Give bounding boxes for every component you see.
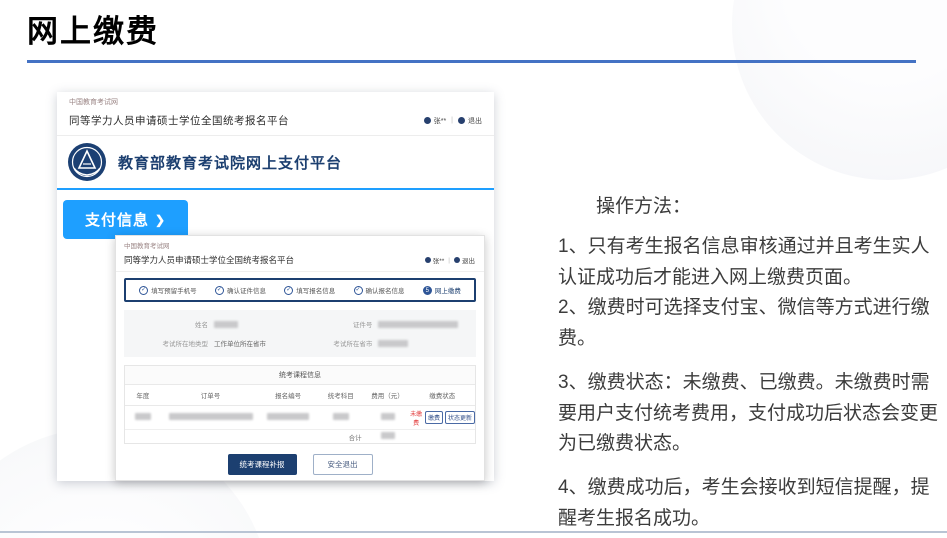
course-table: 统考课程信息 年度 订单号 报名编号 统考科目 费用（元） 缴费状态 未缴费 缴…: [124, 365, 476, 444]
banner-underline: [57, 188, 494, 190]
check-icon: ✓: [353, 285, 363, 295]
payment-page-screenshot: 中国教育考试网 同等学力人员申请硕士学位全国统考报名平台 张** | 退出 ✓ …: [115, 235, 485, 481]
step-confirm-registration: ✓ 确认报名信息: [353, 285, 405, 295]
field-exam-area-type: 考试所在地类型 工作单位所在省市: [162, 341, 267, 348]
safe-exit-button[interactable]: 安全退出: [312, 454, 373, 475]
check-icon: ✓: [214, 285, 224, 295]
col-fee: 费用（元）: [371, 393, 404, 400]
instruction-item-2: 2、缴费时可选择支付宝、微信等方式进行缴费。: [558, 297, 930, 350]
redacted-year: [134, 413, 151, 420]
logout-icon: [454, 257, 460, 263]
step-number-icon: 5: [422, 285, 432, 295]
site-name-label: 中国教育考试网: [124, 243, 170, 250]
col-registration-no: 报名编号: [275, 393, 302, 400]
header-divider: |: [451, 117, 453, 124]
instructions-heading: 操作方法：: [596, 196, 692, 217]
payment-platform-title: 教育部教育考试院网上支付平台: [118, 154, 343, 172]
user-name-link[interactable]: 张**: [434, 116, 446, 126]
chevron-right-icon: ❯: [154, 212, 167, 227]
total-label: 合计: [348, 434, 362, 442]
action-buttons: 统考课程补报 安全退出: [116, 454, 484, 475]
table-row: 未缴费 缴费 状态更新: [125, 406, 476, 430]
redacted-id-value: [378, 320, 459, 328]
col-payment-status: 缴费状态: [429, 393, 456, 400]
site-name-label: 中国教育考试网: [69, 99, 118, 106]
logout-icon: [458, 117, 465, 124]
logout-link[interactable]: 退出: [468, 116, 482, 126]
instructions-panel: 操作方法： 1、只有考生报名信息审核通过并且考生实人认证成功后才能进入网上缴费页…: [558, 192, 944, 538]
status-unpaid-label: 未缴费: [410, 411, 423, 427]
user-icon: [423, 117, 431, 124]
payment-platform-banner: 教育部教育考试院网上支付平台: [57, 136, 494, 188]
redacted-city-value: [378, 339, 409, 347]
user-name-link[interactable]: 张**: [433, 255, 445, 265]
instruction-item-4: 4、缴费成功后，考生会接收到短信提醒，提醒考生报名成功。: [558, 477, 930, 529]
page-title: 网上缴费: [27, 14, 159, 49]
step-confirm-id: ✓ 确认证件信息: [214, 285, 266, 295]
instruction-item-3: 3、缴费状态：未缴费、已缴费。未缴费时需要用户支付统考费用，支付成功后状态会变更…: [558, 371, 939, 455]
field-exam-city: 考试所在省市: [316, 338, 464, 348]
col-subject: 统考科目: [327, 393, 354, 400]
logout-link[interactable]: 退出: [462, 255, 475, 265]
check-icon: ✓: [284, 285, 294, 295]
user-icon: [424, 257, 431, 263]
course-supplement-button[interactable]: 统考课程补报: [227, 454, 297, 475]
pay-button[interactable]: 缴费: [424, 411, 443, 424]
slide-bottom-border: [0, 531, 947, 533]
redacted-order-no: [168, 413, 253, 420]
slide: 网上缴费 中国教育考试网 同等学力人员申请硕士学位全国统考报名平台 张** | …: [0, 0, 947, 538]
col-year: 年度: [136, 393, 150, 400]
table-total-row: 合计: [125, 430, 475, 443]
redacted-fee: [380, 413, 395, 420]
col-order-no: 订单号: [200, 393, 221, 400]
payment-info-button[interactable]: 支付信息 ❯: [63, 200, 188, 239]
redacted-registration-no: [267, 413, 310, 420]
portal-header: 同等学力人员申请硕士学位全国统考报名平台 张** | 退出: [57, 107, 494, 136]
status-refresh-button[interactable]: 状态更新: [445, 411, 476, 424]
progress-steps: ✓ 填写预留手机号 ✓ 确认证件信息 ✓ 填写报名信息 ✓ 确认报名信息 5 网…: [124, 278, 476, 302]
title-underline: [27, 60, 916, 63]
header-user-area: 张** | 退出: [423, 116, 482, 126]
payment-info-button-label: 支付信息: [84, 212, 149, 229]
step-fill-phone: ✓ 填写预留手机号: [139, 285, 197, 295]
payment-page-header: 同等学力人员申请硕士学位全国统考报名平台 张** | 退出: [116, 250, 484, 272]
redacted-name-value: [214, 320, 238, 328]
field-id-number: 证件号: [316, 319, 464, 329]
step-fill-registration: ✓ 填写报名信息: [284, 285, 336, 295]
candidate-info-panel: 姓名 证件号 考试所在地类型 工作单位所在省市 考试所在省市: [124, 310, 476, 357]
course-table-title: 统考课程信息: [125, 366, 475, 385]
portal-title: 同等学力人员申请硕士学位全国统考报名平台: [69, 115, 289, 127]
step-online-payment: 5 网上缴费: [422, 285, 461, 295]
check-icon: ✓: [139, 285, 149, 295]
course-table-header: 年度 订单号 报名编号 统考科目 费用（元） 缴费状态: [125, 385, 475, 406]
instruction-item-1: 1、只有考生报名信息审核通过并且考生实人认证成功后才能进入网上缴费页面。: [558, 235, 930, 288]
redacted-subject: [332, 413, 349, 420]
header-divider: |: [448, 256, 450, 264]
header-user-area: 张** | 退出: [424, 255, 475, 265]
field-name: 姓名: [136, 319, 316, 329]
registration-portal-screenshot: 中国教育考试网 同等学力人员申请硕士学位全国统考报名平台 张** | 退出 教育…: [57, 92, 494, 481]
decorative-circle-top-right: [732, 0, 947, 180]
neea-logo-icon: [68, 143, 106, 181]
portal-title: 同等学力人员申请硕士学位全国统考报名平台: [124, 255, 295, 265]
redacted-total-fee: [380, 432, 395, 439]
